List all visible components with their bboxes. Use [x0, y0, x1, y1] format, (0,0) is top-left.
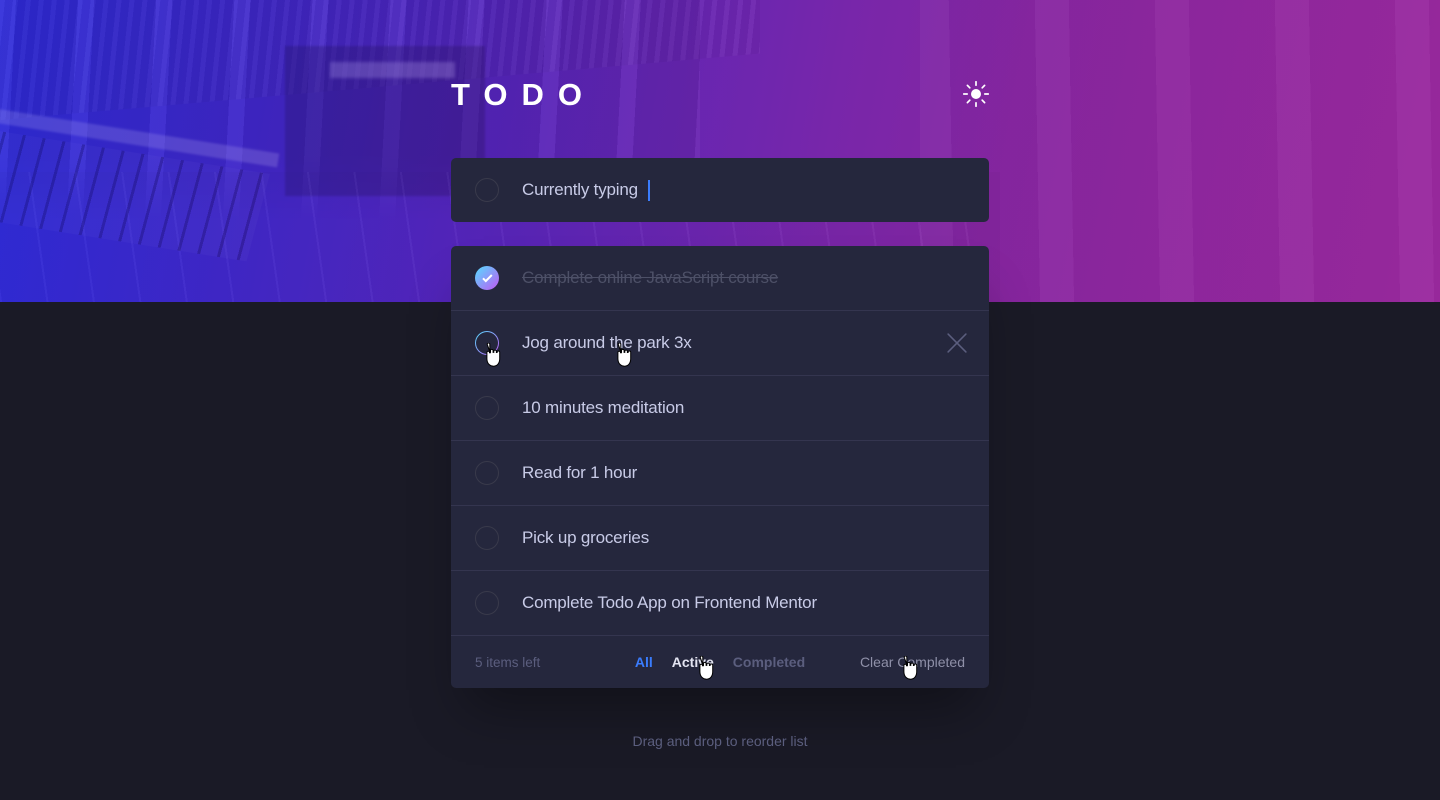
- todo-list-item[interactable]: Pick up groceries: [451, 506, 989, 571]
- new-todo-input-row[interactable]: Currently typing: [451, 158, 989, 222]
- todo-label: Read for 1 hour: [522, 463, 638, 482]
- app-header: TODO: [451, 72, 990, 116]
- filter-active[interactable]: Active: [672, 654, 714, 670]
- filter-group: All Active Completed: [635, 654, 805, 670]
- check-icon: [481, 273, 493, 283]
- page-title: TODO: [451, 76, 596, 112]
- todo-checkbox[interactable]: [475, 461, 499, 485]
- todo-app: TODO Currently typing Complete online Ja…: [0, 0, 1440, 800]
- todo-checkbox[interactable]: [475, 396, 499, 420]
- sun-icon-glyph: [962, 80, 990, 108]
- todo-label: Jog around the park 3x: [522, 333, 692, 352]
- todo-list-item[interactable]: Complete Todo App on Frontend Mentor: [451, 571, 989, 636]
- list-footer: 5 items left All Active Completed Clear …: [451, 636, 989, 688]
- todo-list-item[interactable]: Jog around the park 3x: [451, 311, 989, 376]
- todo-label: Complete Todo App on Frontend Mentor: [522, 593, 817, 612]
- todo-label: Pick up groceries: [522, 528, 649, 547]
- new-todo-input[interactable]: Currently typing: [522, 179, 650, 201]
- todo-checkbox[interactable]: [475, 591, 499, 615]
- close-icon[interactable]: [947, 333, 967, 353]
- todo-checkbox[interactable]: [475, 526, 499, 550]
- text-caret: [647, 179, 650, 201]
- new-todo-checkbox[interactable]: [475, 178, 499, 202]
- clear-completed-button[interactable]: Clear Completed: [860, 654, 965, 670]
- todo-list-item[interactable]: Complete online JavaScript course: [451, 246, 989, 311]
- sun-icon[interactable]: [962, 80, 990, 108]
- todo-list-card: Complete online JavaScript course Jog ar…: [451, 246, 989, 688]
- todo-checkbox-checked[interactable]: [475, 266, 499, 290]
- todo-list-item[interactable]: 10 minutes meditation: [451, 376, 989, 441]
- items-left-count: 5 items left: [475, 654, 541, 670]
- filter-completed[interactable]: Completed: [733, 654, 805, 670]
- todo-checkbox[interactable]: [475, 331, 499, 355]
- filter-all[interactable]: All: [635, 654, 653, 670]
- new-todo-value: Currently typing: [522, 180, 638, 199]
- todo-label: 10 minutes meditation: [522, 398, 685, 417]
- reorder-hint: Drag and drop to reorder list: [632, 733, 808, 749]
- todo-list-item[interactable]: Read for 1 hour: [451, 441, 989, 506]
- todo-label: Complete online JavaScript course: [522, 268, 779, 287]
